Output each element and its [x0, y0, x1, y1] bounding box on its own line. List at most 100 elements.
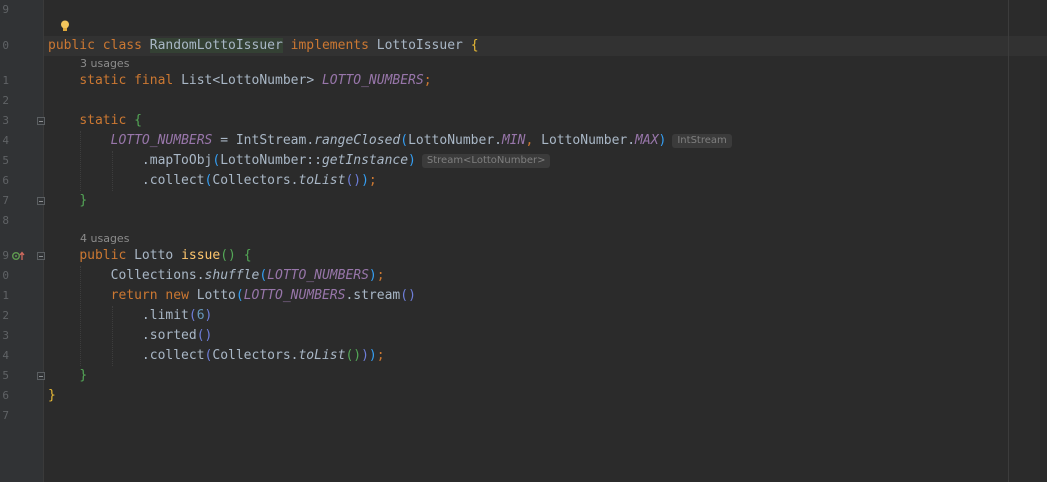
- code-line-map[interactable]: .mapToObj(LottoNumber::getInstance) Strea…: [48, 151, 551, 171]
- keyword: public: [48, 38, 95, 53]
- code-line-sorted[interactable]: .sorted(): [48, 326, 212, 346]
- line-number: 3: [2, 329, 9, 342]
- line-number: 9: [2, 249, 9, 262]
- type-name: Lotto: [134, 248, 174, 263]
- code-line-static-block[interactable]: static {: [48, 111, 142, 131]
- paren: ): [658, 133, 667, 148]
- line-number: 2: [2, 94, 9, 107]
- paren: (): [345, 348, 362, 363]
- code-line-limit[interactable]: .limit(6): [48, 306, 212, 326]
- brace: }: [48, 388, 56, 403]
- indent-guide: [80, 131, 81, 191]
- class-name: IntStream: [235, 133, 307, 148]
- right-margin-guide: [1008, 0, 1009, 482]
- paren: ): [368, 348, 377, 363]
- indent-guide: [80, 266, 81, 366]
- method-call: toList: [298, 348, 346, 363]
- line-number: 1: [2, 74, 9, 87]
- keyword: static: [79, 113, 127, 128]
- class-name: Collectors.: [212, 173, 299, 188]
- class-name: LottoNumber.: [408, 133, 502, 148]
- method-ref-separator: ::: [306, 153, 322, 168]
- paren: (): [196, 328, 213, 343]
- method-name: issue: [181, 248, 221, 263]
- paren: (: [235, 288, 244, 303]
- semicolon: ;: [368, 173, 377, 188]
- line-number: 3: [2, 114, 9, 127]
- generic-close: >: [306, 73, 315, 88]
- line-number: 2: [2, 309, 9, 322]
- class-name: LottoNumber.: [541, 133, 636, 148]
- method-call: .collect: [141, 348, 205, 363]
- code-line-close-method[interactable]: }: [48, 366, 87, 386]
- implements-marker-icon[interactable]: [12, 250, 26, 262]
- paren: (: [400, 133, 409, 148]
- paren: (: [188, 308, 197, 323]
- class-usages-hint[interactable]: 6 usages: [48, 20, 111, 49]
- method-call: shuffle: [204, 268, 260, 283]
- code-editor[interactable]: 6 usages public class RandomLottoIssuer …: [44, 0, 1047, 482]
- constant-field: LOTTO_NUMBERS: [267, 268, 369, 283]
- line-number: 4: [2, 134, 9, 147]
- code-line-close-static[interactable]: }: [48, 191, 87, 211]
- class-name: RandomLottoIssuer: [149, 38, 283, 53]
- semicolon: ;: [376, 348, 385, 363]
- comma: ,: [525, 133, 542, 148]
- type-name: List: [181, 73, 213, 88]
- line-number: 9: [2, 3, 9, 16]
- brace: }: [79, 193, 88, 208]
- code-line-shuffle[interactable]: Collections.shuffle(LOTTO_NUMBERS);: [48, 266, 385, 286]
- code-line-return[interactable]: return new Lotto(LOTTO_NUMBERS.stream(): [48, 286, 416, 306]
- paren: (): [400, 288, 416, 303]
- code-line-field[interactable]: static final List<LottoNumber> LOTTO_NUM…: [48, 71, 431, 91]
- constant-field: LOTTO_NUMBERS: [321, 73, 424, 88]
- constant-field: MIN: [501, 133, 526, 148]
- code-line-class-declaration[interactable]: public class RandomLottoIssuer implement…: [44, 36, 1047, 56]
- dot: .: [306, 133, 315, 148]
- field-usages-hint[interactable]: 3 usages: [80, 57, 129, 71]
- code-line-collect[interactable]: .collect(Collectors.toList());: [48, 171, 377, 191]
- keyword: new: [165, 288, 189, 303]
- keyword: static: [79, 73, 127, 88]
- interface-name: LottoIssuer: [376, 38, 463, 53]
- paren: ): [361, 173, 369, 188]
- paren: (): [220, 248, 236, 263]
- number-literal: 6: [196, 308, 205, 323]
- keyword: implements: [290, 38, 369, 53]
- method-call: .collect: [141, 173, 205, 188]
- line-number: 6: [2, 174, 9, 187]
- constant-field: MAX: [635, 133, 659, 148]
- lightbulb-icon[interactable]: [60, 20, 70, 32]
- paren: (: [259, 268, 268, 283]
- method-reference: getInstance: [321, 153, 409, 168]
- line-number: 0: [2, 39, 9, 52]
- class-name: Collections.: [110, 268, 205, 283]
- keyword: return: [110, 288, 158, 303]
- brace: {: [243, 248, 252, 263]
- code-line-assignment[interactable]: LOTTO_NUMBERS = IntStream.rangeClosed(Lo…: [48, 131, 732, 151]
- brace: {: [470, 38, 479, 53]
- line-number: 8: [2, 214, 9, 227]
- code-line-close-class[interactable]: }: [48, 386, 56, 406]
- code-line-collect-final[interactable]: .collect(Collectors.toList()));: [48, 346, 385, 366]
- editor-gutter[interactable]: 9 0 1 2 3 4 5 6 7 8 9 0 1 2 3 4 5 6 7: [0, 0, 45, 482]
- method-call: rangeClosed: [314, 133, 401, 148]
- constant-field: LOTTO_NUMBERS: [110, 133, 213, 148]
- paren: (): [345, 173, 362, 188]
- keyword: class: [102, 38, 142, 53]
- paren: ): [361, 348, 369, 363]
- line-number: 7: [2, 409, 9, 422]
- method-usages-hint[interactable]: 4 usages: [80, 232, 129, 246]
- code-line-method-declaration[interactable]: public Lotto issue() {: [48, 246, 252, 266]
- line-number: 4: [2, 349, 9, 362]
- line-number: 7: [2, 194, 9, 207]
- method-call: .limit: [141, 308, 189, 323]
- constant-field: LOTTO_NUMBERS: [243, 288, 346, 303]
- indent-guide: [112, 306, 113, 366]
- class-name: LottoNumber: [220, 153, 307, 168]
- brace: }: [79, 368, 88, 383]
- indent-guide: [112, 151, 113, 191]
- class-name: Collectors.: [212, 348, 299, 363]
- paren: ): [368, 268, 377, 283]
- line-number: 0: [2, 269, 9, 282]
